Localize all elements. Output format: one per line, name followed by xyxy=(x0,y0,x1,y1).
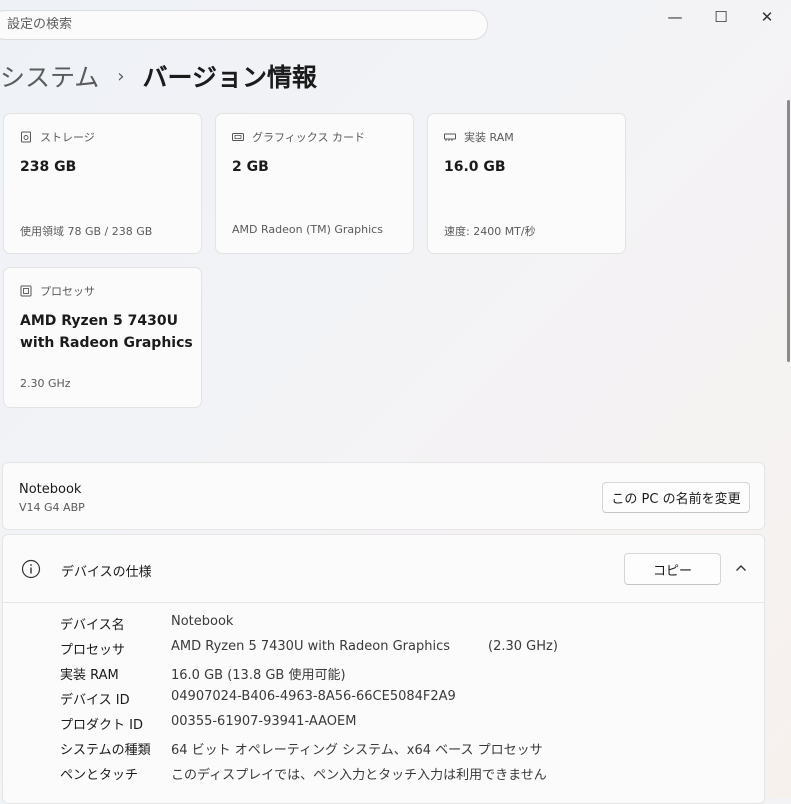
graphics-name: AMD Radeon (TM) Graphics xyxy=(232,223,383,236)
graphics-value: 2 GB xyxy=(232,159,269,175)
graphics-card: グラフィックス カード 2 GB AMD Radeon (TM) Graphic… xyxy=(215,113,414,254)
spec-value: 64 ビット オペレーティング システム、x64 ベース プロセッサ xyxy=(171,743,543,758)
rename-pc-button[interactable]: この PC の名前を変更 xyxy=(602,482,750,513)
minimize-button[interactable]: — xyxy=(662,6,688,28)
device-name: Notebook xyxy=(19,482,82,497)
processor-card: プロセッサ AMD Ryzen 5 7430U with Radeon Grap… xyxy=(3,267,202,408)
ram-speed: 速度: 2400 MT/秒 xyxy=(444,225,536,238)
spec-row-pen-touch: ペンとタッチ このディスプレイでは、ペン入力とタッチ入力は利用できません xyxy=(60,764,547,783)
scrollbar[interactable] xyxy=(787,100,790,362)
storage-title: ストレージ xyxy=(40,131,95,144)
spec-row-system-type: システムの種類 64 ビット オペレーティング システム、x64 ベース プロセ… xyxy=(60,739,543,758)
spec-label: プロセッサ xyxy=(60,643,126,658)
spec-row-ram: 実装 RAM 16.0 GB (13.8 GB 使用可能) xyxy=(60,664,346,683)
breadcrumb-parent[interactable]: システム xyxy=(0,58,99,94)
spec-label: デバイス ID xyxy=(60,693,130,708)
spec-row-device-id: デバイス ID 04907024-B406-4963-8A56-66CE5084… xyxy=(60,689,456,708)
device-specs-title: デバイスの仕様 xyxy=(61,565,152,580)
processor-title: プロセッサ xyxy=(40,285,95,298)
storage-icon xyxy=(20,131,32,143)
spec-value: Notebook xyxy=(171,614,234,629)
gpu-icon xyxy=(232,131,244,143)
ram-value: 16.0 GB xyxy=(444,159,506,175)
device-model: V14 G4 ABP xyxy=(19,501,85,514)
spec-label: プロダクト ID xyxy=(60,718,143,733)
info-icon xyxy=(21,559,41,583)
search-input[interactable] xyxy=(7,17,467,32)
spec-value: AMD Ryzen 5 7430U with Radeon Graphics xyxy=(171,639,451,654)
ram-title: 実装 RAM xyxy=(464,131,514,144)
spec-row-processor: プロセッサ AMD Ryzen 5 7430U with Radeon Grap… xyxy=(60,639,558,658)
spec-value: 04907024-B406-4963-8A56-66CE5084F2A9 xyxy=(171,689,456,704)
ram-icon xyxy=(444,131,456,143)
cpu-icon xyxy=(20,285,32,297)
maximize-button[interactable]: ☐ xyxy=(708,6,734,28)
search-box[interactable] xyxy=(0,10,488,40)
processor-value: AMD Ryzen 5 7430U with Radeon Graphics xyxy=(20,310,193,354)
spec-label: デバイス名 xyxy=(60,618,125,633)
spec-value-extra: (2.30 GHz) xyxy=(488,639,558,654)
breadcrumb: システム › バージョン情報 xyxy=(0,58,317,94)
spec-row-product-id: プロダクト ID 00355-61907-93941-AAOEM xyxy=(60,714,356,733)
spec-row-device-name: デバイス名 Notebook xyxy=(60,614,233,633)
storage-value: 238 GB xyxy=(20,159,77,175)
minimize-icon: — xyxy=(667,8,683,26)
spec-value: このディスプレイでは、ペン入力とタッチ入力は利用できません xyxy=(171,768,547,783)
spec-value: 16.0 GB (13.8 GB 使用可能) xyxy=(171,668,346,683)
storage-usage: 使用領域 78 GB / 238 GB xyxy=(20,225,153,238)
chevron-up-icon[interactable] xyxy=(734,560,748,579)
spec-label: 実装 RAM xyxy=(60,668,119,683)
page-title: バージョン情報 xyxy=(142,63,317,92)
device-name-panel: Notebook V14 G4 ABP この PC の名前を変更 xyxy=(2,462,765,530)
processor-value-line2: with Radeon Graphics xyxy=(20,335,193,351)
storage-card: ストレージ 238 GB 使用領域 78 GB / 238 GB xyxy=(3,113,202,254)
spec-label: ペンとタッチ xyxy=(60,768,139,783)
chevron-right-icon: › xyxy=(117,65,125,87)
processor-clock: 2.30 GHz xyxy=(20,377,71,390)
spec-value: 00355-61907-93941-AAOEM xyxy=(171,714,357,729)
maximize-icon: ☐ xyxy=(714,8,728,26)
graphics-title: グラフィックス カード xyxy=(252,131,365,144)
ram-card: 実装 RAM 16.0 GB 速度: 2400 MT/秒 xyxy=(427,113,626,254)
close-icon: ✕ xyxy=(760,8,774,26)
processor-value-line1: AMD Ryzen 5 7430U xyxy=(20,313,178,329)
copy-button[interactable]: コピー xyxy=(624,553,721,585)
device-specs-header[interactable]: デバイスの仕様 コピー xyxy=(3,535,764,603)
close-button[interactable]: ✕ xyxy=(754,6,780,28)
spec-label: システムの種類 xyxy=(60,743,151,758)
